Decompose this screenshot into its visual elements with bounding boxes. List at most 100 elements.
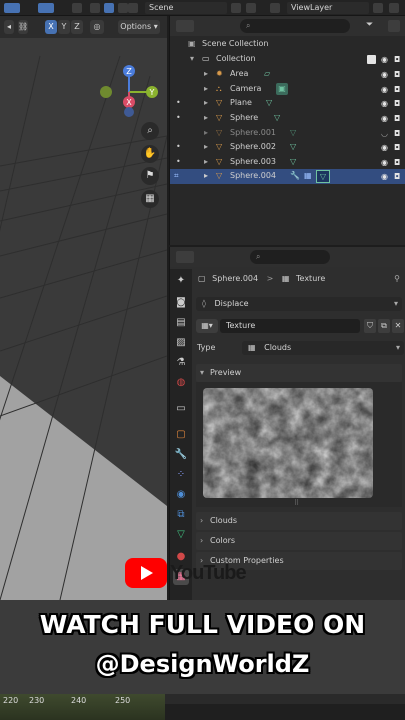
axis-y-toggle[interactable]: Y xyxy=(58,20,70,34)
colors-panel-header[interactable]: › Colors xyxy=(196,532,402,550)
options-dropdown[interactable]: Options ▾ xyxy=(118,20,160,34)
particles-tab-icon[interactable]: ⁘ xyxy=(173,467,189,483)
mesh-object-icon: ▽ xyxy=(216,128,223,137)
properties-search-input[interactable]: ⌕ xyxy=(250,250,330,264)
wireframe-shading-icon[interactable] xyxy=(90,3,100,13)
zoom-icon[interactable]: ⌕ xyxy=(141,122,159,140)
world-tab-icon[interactable]: ◍ xyxy=(173,375,189,391)
outliner-item-sphere-001[interactable]: ▸ ▽ Sphere.001 ▽ ◡ ◘ xyxy=(170,126,405,141)
eye-closed-icon[interactable]: ◡ xyxy=(381,129,390,138)
solid-shading-icon[interactable] xyxy=(104,3,114,13)
render-camera-icon[interactable]: ◘ xyxy=(394,172,403,181)
filter-icon[interactable]: ⏷ xyxy=(366,20,382,32)
modifier-wrench-tab-icon[interactable]: 🔧 xyxy=(173,447,189,463)
new-scene-icon[interactable] xyxy=(246,3,256,13)
timeline[interactable]: 220 230 240 250 xyxy=(0,694,405,720)
render-tab-icon[interactable]: ◙ xyxy=(173,295,189,311)
chevron-right-icon[interactable]: ▸ xyxy=(204,82,208,97)
toolbar-toggle-icon[interactable]: ◂ xyxy=(4,20,14,34)
tool-tab-icon[interactable]: ✦ xyxy=(173,273,189,289)
render-camera-icon[interactable]: ◘ xyxy=(394,129,403,138)
eye-icon[interactable]: ◉ xyxy=(381,55,390,64)
chevron-right-icon[interactable]: ▸ xyxy=(204,140,208,155)
texture-name-field[interactable]: Texture xyxy=(220,319,360,333)
fake-user-icon[interactable]: ⛉ xyxy=(364,319,376,333)
render-camera-icon[interactable]: ◘ xyxy=(394,55,403,64)
scene-selector[interactable]: Scene xyxy=(145,2,227,14)
view-layer-tab-icon[interactable]: ▨ xyxy=(173,335,189,351)
outliner-item-camera[interactable]: ▸ ⛬ Camera ▣ ◉ ◘ xyxy=(170,82,405,97)
constraints-tab-icon[interactable]: ⧉ xyxy=(173,507,189,523)
pin-scene-icon[interactable] xyxy=(231,3,241,13)
unlink-close-icon[interactable]: ✕ xyxy=(392,319,404,333)
scene-icon[interactable] xyxy=(128,3,138,13)
remove-viewlayer-icon[interactable] xyxy=(389,3,399,13)
3d-viewport[interactable]: ◂ ⛓ X Y Z ◎ Options ▾ Z Y X ⌕ ✋ ⚑ ▦ xyxy=(0,16,167,600)
viewlayer-icon[interactable] xyxy=(270,3,280,13)
editor-type-icon[interactable] xyxy=(176,251,194,263)
eye-icon[interactable]: ◉ xyxy=(381,70,390,79)
object-tab-icon[interactable]: ▢ xyxy=(173,427,189,443)
overlay-icon[interactable] xyxy=(38,3,54,13)
outliner-item-sphere-004[interactable]: ⌗ ▸ ▽ Sphere.004 🔧 ▦ ▽ ◉ ◘ xyxy=(170,169,405,184)
render-camera-icon[interactable]: ◘ xyxy=(394,99,403,108)
chevron-down-icon[interactable]: ▾ xyxy=(190,52,194,67)
snap-icon[interactable]: ⛓ xyxy=(18,20,28,34)
pan-hand-icon[interactable]: ✋ xyxy=(141,145,159,163)
editor-type-icon[interactable] xyxy=(176,20,194,32)
camera-icon: ⛬ xyxy=(216,84,222,93)
chevron-right-icon[interactable]: ▸ xyxy=(204,155,208,170)
pin-icon[interactable]: ⚲ xyxy=(394,271,400,287)
checkbox-icon[interactable] xyxy=(367,55,376,64)
modifier-selector[interactable]: ◊ Displace ▾ xyxy=(196,297,402,311)
chevron-right-icon[interactable]: ▸ xyxy=(204,67,208,82)
outliner-item-plane[interactable]: • ▸ ▽ Plane ▽ ◉ ◘ xyxy=(170,96,405,111)
axis-z-toggle[interactable]: Z xyxy=(71,20,83,34)
eye-icon[interactable]: ◉ xyxy=(381,85,390,94)
chevron-right-icon: › xyxy=(200,536,204,545)
texture-browse-icon[interactable]: ▦▾ xyxy=(196,319,218,333)
outliner-search-input[interactable]: ⌕ xyxy=(240,19,350,33)
collection-row[interactable]: ▾ ▭ Collection ◉ ◘ xyxy=(170,52,405,67)
resize-handle-icon[interactable]: ⠿ xyxy=(294,499,299,507)
viewlayer-selector[interactable]: ViewLayer xyxy=(287,2,369,14)
proportional-edit-icon[interactable]: ◎ xyxy=(90,20,104,34)
output-tab-icon[interactable]: ▤ xyxy=(173,315,189,331)
chevron-right-icon[interactable]: ▸ xyxy=(204,169,208,184)
perspective-grid-icon[interactable]: ▦ xyxy=(141,190,159,208)
render-camera-icon[interactable]: ◘ xyxy=(394,158,403,167)
physics-tab-icon[interactable]: ◉ xyxy=(173,487,189,503)
preview-panel-header[interactable]: ▾ Preview xyxy=(196,364,402,382)
render-camera-icon[interactable]: ◘ xyxy=(394,114,403,123)
new-collection-icon[interactable] xyxy=(388,20,400,32)
outliner-item-sphere-002[interactable]: • ▸ ▽ Sphere.002 ▽ ◉ ◘ xyxy=(170,140,405,155)
new-viewlayer-icon[interactable] xyxy=(373,3,383,13)
data-tab-icon[interactable]: ▽ xyxy=(173,527,189,543)
render-camera-icon[interactable]: ◘ xyxy=(394,85,403,94)
clouds-panel-header[interactable]: › Clouds xyxy=(196,512,402,530)
eye-icon[interactable]: ◉ xyxy=(381,114,390,123)
axis-x-toggle[interactable]: X xyxy=(45,20,57,34)
chevron-right-icon[interactable]: ▸ xyxy=(204,96,208,111)
render-camera-icon[interactable]: ◘ xyxy=(394,70,403,79)
outliner-item-sphere-003[interactable]: • ▸ ▽ Sphere.003 ▽ ◉ ◘ xyxy=(170,155,405,170)
render-camera-icon[interactable]: ◘ xyxy=(394,143,403,152)
outliner-item-area[interactable]: ▸ ✹ Area ▱ ◉ ◘ xyxy=(170,67,405,82)
outliner-item-sphere[interactable]: • ▸ ▽ Sphere ▽ ◉ ◘ xyxy=(170,111,405,126)
duplicate-icon[interactable]: ⧉ xyxy=(378,319,390,333)
eye-icon[interactable]: ◉ xyxy=(381,158,390,167)
chevron-right-icon[interactable]: ▸ xyxy=(204,111,208,126)
navigation-gizmo[interactable]: Z Y X xyxy=(95,62,165,122)
collection-tab-icon[interactable]: ▭ xyxy=(173,401,189,417)
scene-tab-icon[interactable]: ⚗ xyxy=(173,355,189,371)
texture-type-dropdown[interactable]: ▦ Clouds ▾ xyxy=(242,341,404,355)
chevron-right-icon[interactable]: ▸ xyxy=(204,126,208,141)
scene-collection-row[interactable]: ▣ Scene Collection xyxy=(170,37,405,52)
eye-icon[interactable]: ◉ xyxy=(381,143,390,152)
select-mode-icon[interactable] xyxy=(4,3,20,13)
xray-icon[interactable] xyxy=(72,3,82,13)
eye-icon[interactable]: ◉ xyxy=(381,172,390,181)
eye-icon[interactable]: ◉ xyxy=(381,99,390,108)
camera-view-icon[interactable]: ⚑ xyxy=(141,167,159,185)
material-shading-icon[interactable] xyxy=(118,3,128,13)
